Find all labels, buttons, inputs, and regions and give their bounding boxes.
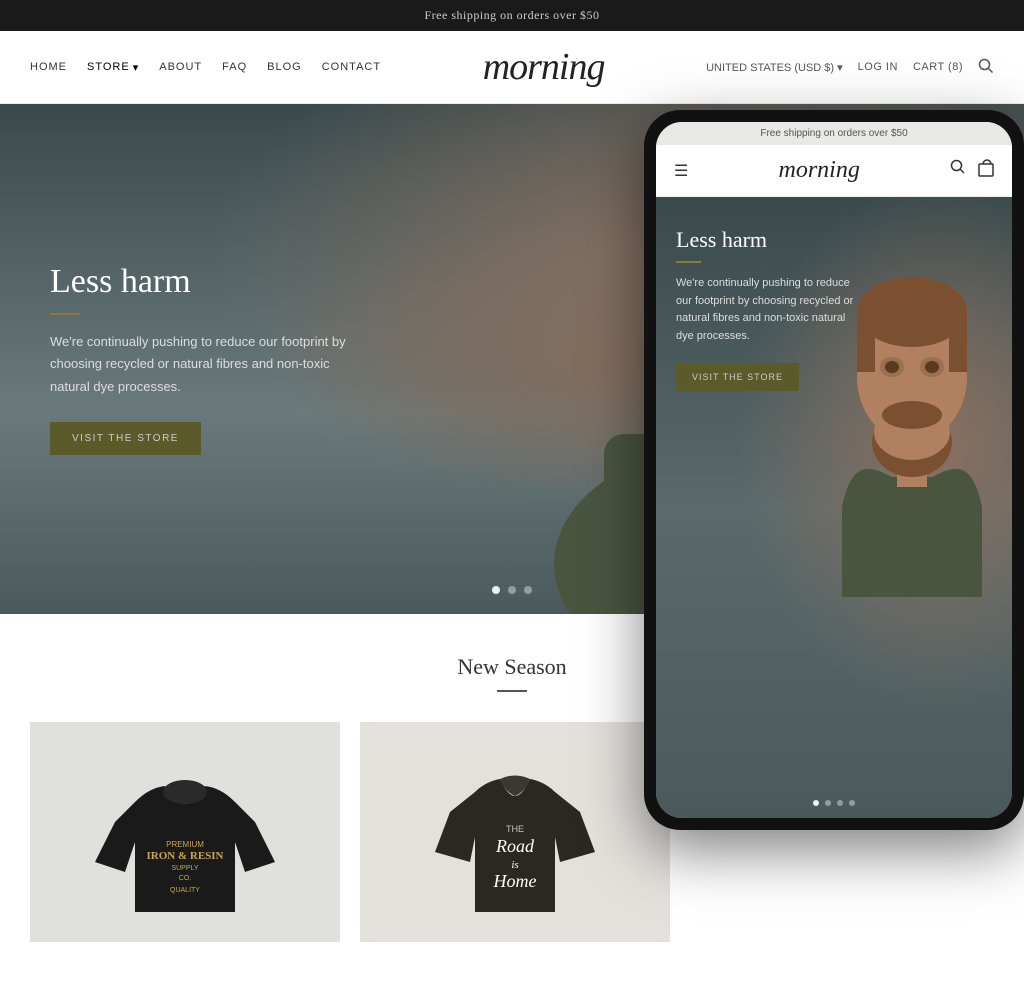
login-link[interactable]: LOG IN <box>858 61 898 73</box>
hero-dot-2[interactable] <box>508 586 516 594</box>
svg-text:IRON & RESIN: IRON & RESIN <box>146 850 223 862</box>
nav-blog[interactable]: BLOG <box>267 61 302 73</box>
svg-text:QUALITY: QUALITY <box>170 887 200 894</box>
cart-link[interactable]: CART (8) <box>913 61 963 73</box>
hero-next-arrow[interactable]: › <box>988 334 1016 384</box>
chevron-down-icon: ▾ <box>133 61 140 74</box>
page-wrapper: Free shipping on orders over $50 HOME ST… <box>0 0 1024 962</box>
svg-text:CO.: CO. <box>179 875 192 882</box>
svg-text:Road: Road <box>495 836 535 856</box>
hero-cta-button[interactable]: VISIT THE STORE <box>50 422 201 455</box>
nav-store[interactable]: STORE ▾ <box>87 61 139 74</box>
header-right: UNITED STATES (USD $) ▾ LOG IN CART (8) <box>706 58 994 77</box>
hero-description: We're continually pushing to reduce our … <box>50 331 370 397</box>
svg-text:is: is <box>511 859 518 871</box>
nav-faq[interactable]: FAQ <box>222 61 247 73</box>
svg-text:THE: THE <box>506 824 524 834</box>
hero-dot-3[interactable] <box>524 586 532 594</box>
svg-text:Home: Home <box>493 871 537 891</box>
svg-text:SUPPLY: SUPPLY <box>171 865 198 872</box>
hero-title: Less harm <box>50 263 370 301</box>
search-icon[interactable] <box>978 58 994 77</box>
products-row: PREMIUM IRON & RESIN SUPPLY CO. QUALITY <box>30 722 994 942</box>
new-season-divider <box>497 690 527 692</box>
header: HOME STORE ▾ ABOUT FAQ BLOG CONTACT morn… <box>0 31 1024 104</box>
region-selector[interactable]: UNITED STATES (USD $) ▾ <box>706 61 843 74</box>
nav-about[interactable]: ABOUT <box>159 61 202 73</box>
new-season-section: New Season PREMIUM IRON & RESIN SUPPLY C… <box>0 614 1024 962</box>
product-card-2[interactable]: THE Road is Home <box>360 722 670 942</box>
product-image-2: THE Road is Home <box>360 722 670 942</box>
hero-person-image <box>524 104 944 614</box>
new-season-title: New Season <box>30 654 994 680</box>
hero-dots <box>492 586 532 594</box>
announcement-text: Free shipping on orders over $50 <box>425 8 600 22</box>
nav-home[interactable]: HOME <box>30 61 67 73</box>
hero-divider <box>50 313 80 315</box>
main-nav: HOME STORE ▾ ABOUT FAQ BLOG CONTACT <box>30 61 381 74</box>
chevron-down-icon: ▾ <box>837 62 843 74</box>
nav-contact[interactable]: CONTACT <box>322 61 381 73</box>
svg-text:PREMIUM: PREMIUM <box>166 840 204 849</box>
announcement-bar: Free shipping on orders over $50 <box>0 0 1024 31</box>
hero-section: Less harm We're continually pushing to r… <box>0 104 1024 614</box>
product-image-1: PREMIUM IRON & RESIN SUPPLY CO. QUALITY <box>30 722 340 942</box>
hero-content: Less harm We're continually pushing to r… <box>0 263 420 454</box>
hero-dot-1[interactable] <box>492 586 500 594</box>
product-card-1[interactable]: PREMIUM IRON & RESIN SUPPLY CO. QUALITY <box>30 722 340 942</box>
site-logo[interactable]: morning <box>483 45 605 89</box>
